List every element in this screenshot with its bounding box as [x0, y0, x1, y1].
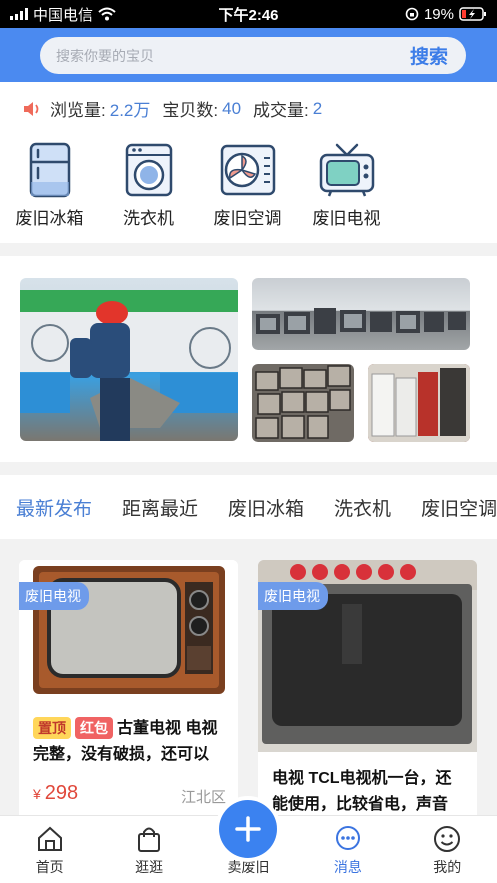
deals-value: 2	[312, 98, 323, 118]
carrier-label: 中国电信	[33, 6, 94, 24]
product-feed: 废旧电视 置顶 红包 古董电视 电视完整，没有破损，还可以 ¥298 江北区 废…	[0, 548, 497, 830]
category-washer[interactable]: 洗衣机	[99, 142, 198, 229]
fridge-row-photo[interactable]	[368, 364, 470, 442]
worker-dismantling-photo[interactable]	[20, 278, 238, 441]
status-left: 中国电信	[10, 4, 116, 25]
fridge-icon	[22, 142, 78, 198]
category-tv[interactable]: 废旧电视	[297, 142, 396, 229]
search-input[interactable]	[56, 47, 410, 64]
product-category-tag: 废旧电视	[19, 582, 89, 610]
product-description: 电视 TCL电视机一台，还能使用，比较省电，声音	[272, 770, 452, 813]
shopping-bag-icon	[135, 823, 163, 855]
category-fridge[interactable]: 废旧冰箱	[0, 142, 99, 229]
category-label: 废旧冰箱	[15, 209, 84, 228]
views-label: 浏览量:	[50, 101, 106, 120]
product-price: ¥298	[33, 782, 78, 805]
tab-nearest[interactable]: 距离最近	[122, 494, 198, 521]
nav-browse-label: 逛逛	[135, 859, 164, 875]
nav-mine[interactable]: 我的	[398, 816, 497, 883]
nav-messages[interactable]: 消息	[298, 816, 397, 883]
nav-home-label: 首页	[35, 859, 64, 875]
product-card[interactable]: 废旧电视 置顶 红包 古董电视 电视完整，没有破损，还可以 ¥298 江北区	[19, 560, 238, 830]
smiley-icon	[433, 823, 461, 855]
app-screen: 中国电信 下午2:46 19% 搜索你要的宝贝 搜索 浏览量: 2.2万 宝贝数…	[0, 0, 497, 883]
wifi-icon	[98, 7, 116, 21]
banner-gallery	[0, 256, 497, 462]
red-packet-badge: 红包	[75, 717, 113, 739]
shop-overview: 浏览量: 2.2万 宝贝数: 40 成交量: 2 废旧冰箱 洗衣机 废旧空调 废…	[0, 82, 497, 243]
price-symbol: ¥	[33, 786, 41, 802]
nav-home[interactable]: 首页	[0, 816, 99, 883]
battery-percent: 19%	[423, 5, 454, 23]
status-bar: 中国电信 下午2:46 19%	[0, 0, 497, 28]
nav-mine-label: 我的	[433, 859, 462, 875]
nav-browse[interactable]: 逛逛	[99, 816, 198, 883]
product-category-tag: 废旧电视	[258, 582, 328, 610]
category-label: 洗衣机	[123, 209, 174, 228]
washing-machine-icon	[121, 142, 177, 198]
product-location: 江北区	[180, 789, 226, 806]
shop-stats: 浏览量: 2.2万 宝贝数: 40 成交量: 2	[22, 96, 334, 121]
price-value: 298	[44, 782, 79, 804]
signal-icon	[10, 8, 28, 20]
tab-washer[interactable]: 洗衣机	[334, 494, 391, 521]
nav-messages-label: 消息	[333, 859, 362, 875]
air-conditioner-icon	[220, 142, 276, 198]
speaker-icon	[22, 100, 42, 118]
home-icon	[36, 823, 64, 855]
plus-icon	[235, 816, 261, 842]
tv-icon	[319, 142, 375, 198]
category-label: 废旧空调	[213, 209, 282, 228]
category-row: 废旧冰箱 洗衣机 废旧空调 废旧电视	[0, 142, 497, 229]
views-value: 2.2万	[109, 101, 151, 120]
nav-sell-label: 卖废旧	[227, 859, 270, 875]
feed-tabs: 最新发布 距离最近 废旧冰箱 洗衣机 废旧空调	[0, 475, 497, 539]
pinned-badge: 置顶	[33, 717, 71, 739]
rotation-lock-icon	[405, 7, 419, 21]
message-icon	[334, 823, 362, 855]
tv-pile-photo[interactable]	[252, 278, 470, 350]
tv-stack-photo[interactable]	[252, 364, 354, 442]
product-card[interactable]: 废旧电视 电视 TCL电视机一台，还能使用，比较省电，声音	[258, 560, 477, 830]
tab-ac[interactable]: 废旧空调	[421, 494, 497, 521]
category-label: 废旧电视	[312, 209, 381, 228]
status-right: 19%	[405, 6, 487, 23]
tab-fridge[interactable]: 废旧冰箱	[228, 494, 304, 521]
product-description: 置顶 红包 古董电视 电视完整，没有破损，还可以	[33, 716, 228, 768]
items-label: 宝贝数:	[162, 101, 219, 120]
search-button[interactable]: 搜索	[410, 42, 448, 69]
tab-latest[interactable]: 最新发布	[16, 494, 92, 521]
deals-label: 成交量:	[253, 101, 309, 120]
search-bar: 搜索	[40, 37, 466, 74]
items-value: 40	[222, 98, 242, 118]
sell-plus-button[interactable]	[219, 800, 277, 858]
search-header: 搜索	[0, 28, 497, 82]
category-ac[interactable]: 废旧空调	[198, 142, 297, 229]
battery-icon	[459, 7, 486, 21]
